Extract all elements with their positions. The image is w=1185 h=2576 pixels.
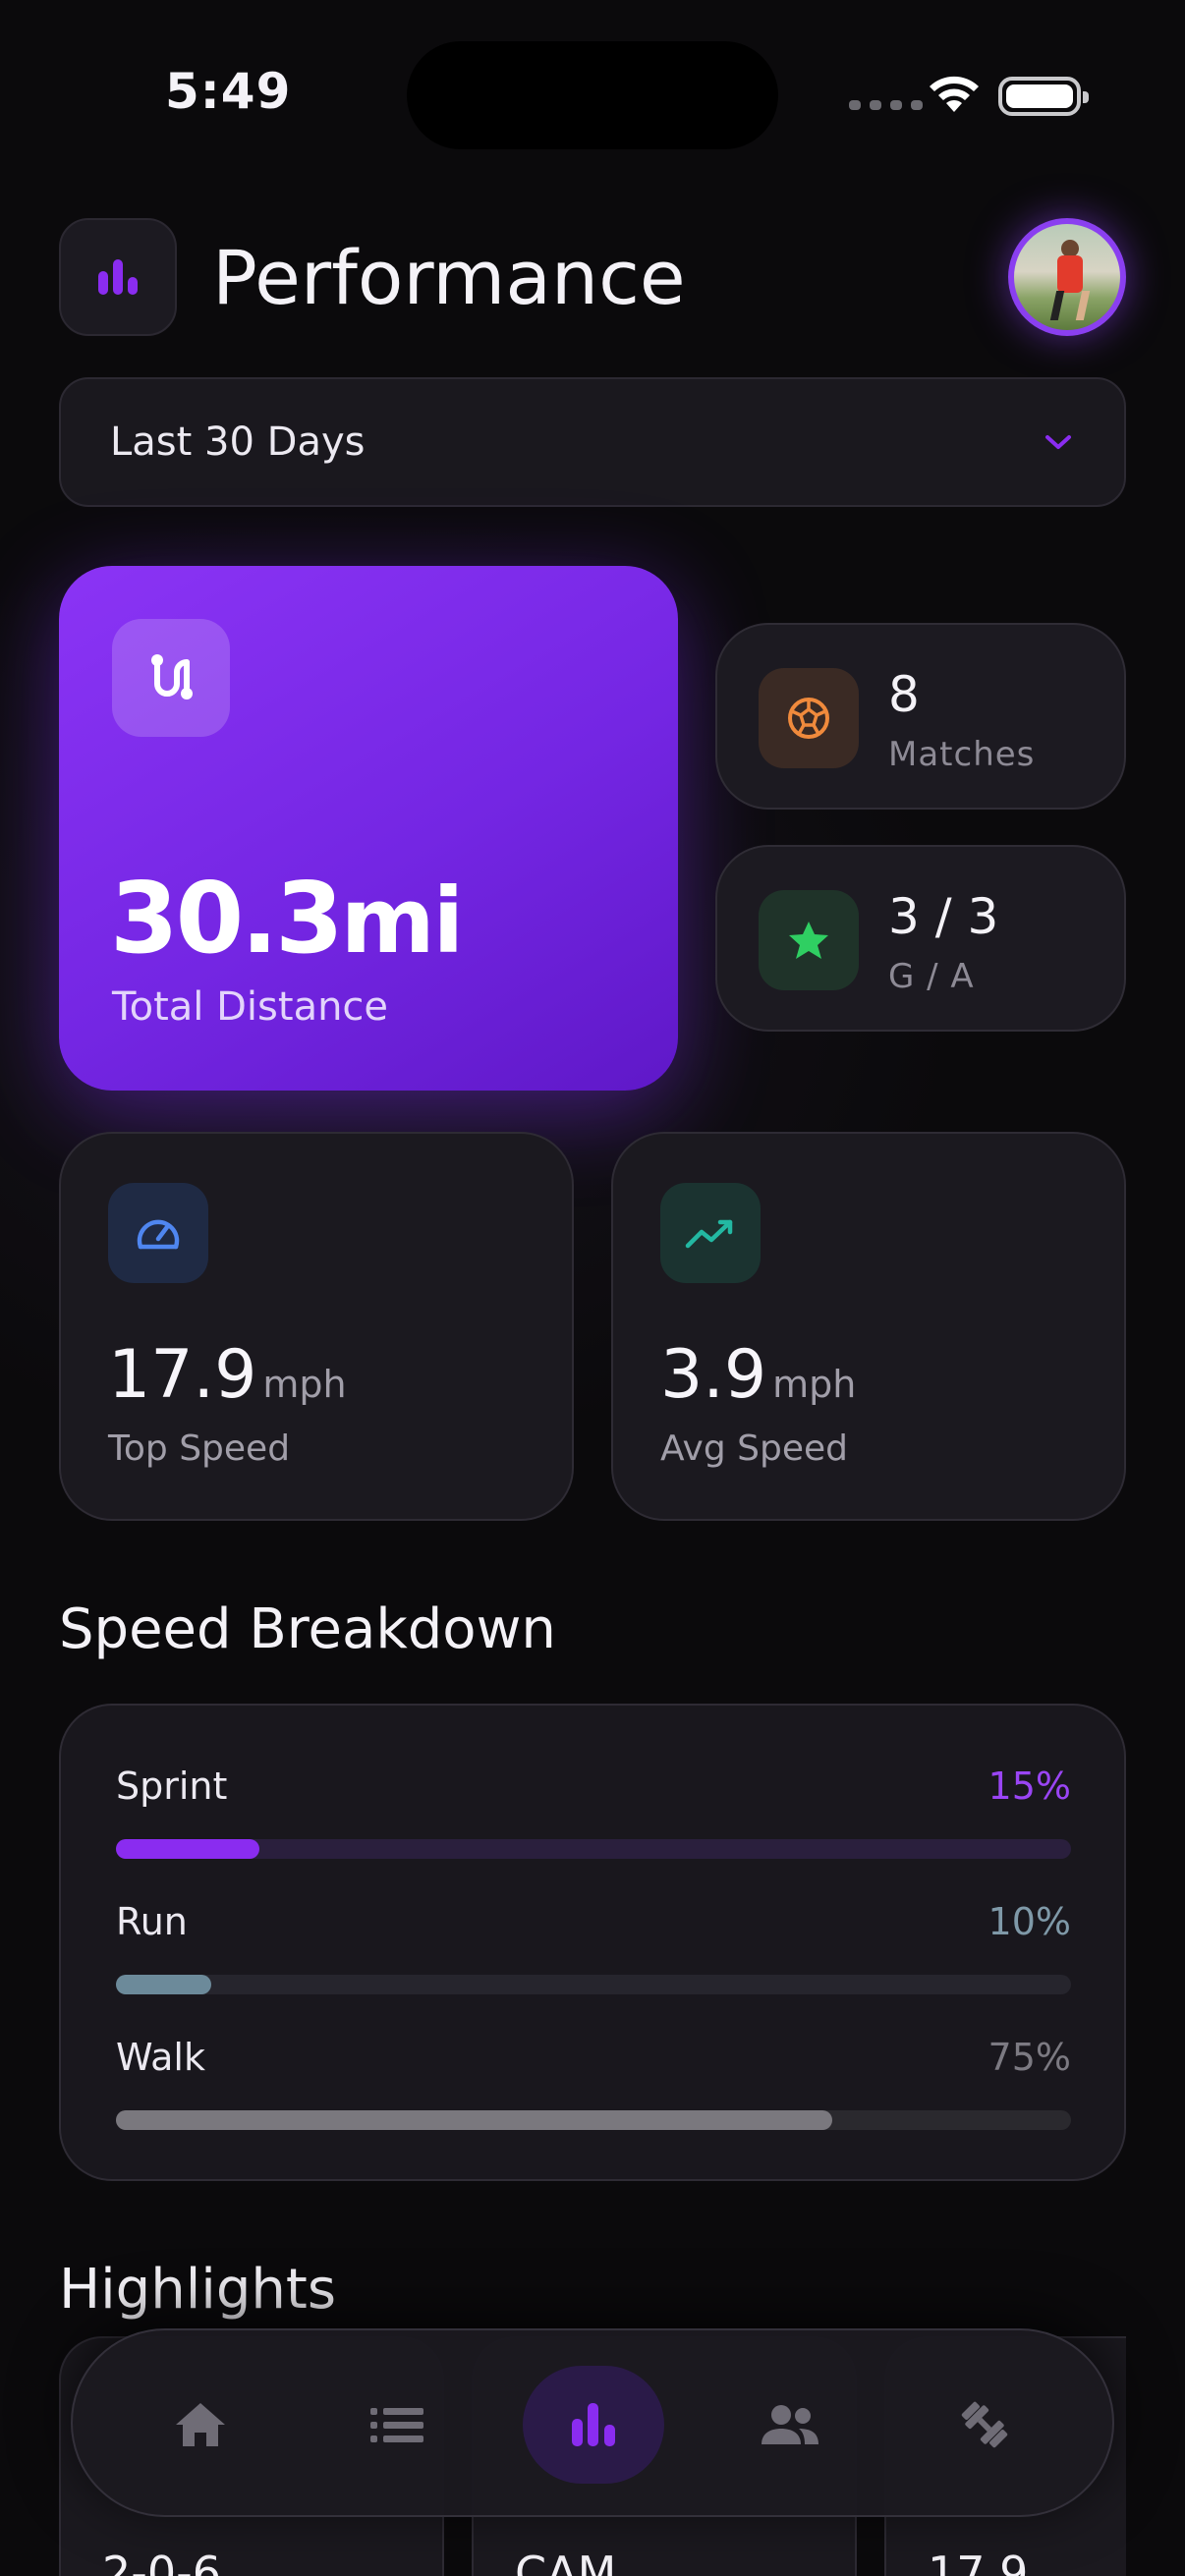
goals-assists-value: 3 / 3	[888, 888, 999, 945]
bar-chart-icon	[572, 2403, 615, 2446]
speed-row-fill	[116, 2110, 832, 2130]
tab-training[interactable]	[926, 2366, 1044, 2484]
date-range-value: Last 30 Days	[110, 420, 366, 465]
tab-home[interactable]	[141, 2366, 259, 2484]
speed-row-fill	[116, 1839, 259, 1859]
speed-row-track	[116, 1839, 1071, 1859]
performance-screen: 5:49 Performance Last 30 Days 30.3mi Tot…	[0, 0, 1185, 2576]
highlight-value: 17.9 mph	[928, 2547, 1029, 2576]
goals-assists-label: G / A	[888, 957, 975, 996]
chevron-down-icon	[1045, 435, 1071, 449]
home-icon	[176, 2403, 225, 2446]
speed-row-percent: 10%	[988, 1900, 1071, 1943]
top-speed-unit: mph	[262, 1363, 347, 1406]
speed-row-track	[116, 1975, 1071, 1994]
speed-row-percent: 15%	[988, 1764, 1071, 1808]
dumbbell-icon	[961, 2401, 1008, 2448]
performance-logo-icon	[59, 218, 177, 336]
wifi-icon	[930, 76, 979, 112]
avg-speed-card[interactable]: 3.9 mph Avg Speed	[611, 1132, 1126, 1521]
matches-label: Matches	[888, 735, 1036, 774]
route-icon	[112, 619, 230, 737]
battery-icon	[998, 77, 1089, 116]
avg-speed-label: Avg Speed	[660, 1428, 848, 1469]
top-speed-card[interactable]: 17.9 mph Top Speed	[59, 1132, 574, 1521]
tab-performance[interactable]	[523, 2366, 664, 2484]
cellular-signal-icon	[849, 100, 923, 110]
total-distance-card[interactable]: 30.3mi Total Distance	[59, 566, 678, 1091]
speedometer-icon	[108, 1183, 208, 1283]
total-distance-label: Total Distance	[112, 984, 389, 1030]
speed-row-track	[116, 2110, 1071, 2130]
speed-breakdown-card: Sprint 15% Run 10% Walk 75%	[59, 1704, 1126, 2181]
dynamic-island	[407, 41, 778, 149]
list-icon	[370, 2408, 423, 2442]
highlight-value: 2-0-6	[102, 2547, 221, 2576]
tab-list[interactable]	[338, 2366, 456, 2484]
total-distance-value: 30.3mi	[110, 861, 464, 976]
speed-row-run: Run 10%	[116, 1900, 1071, 1998]
star-icon	[759, 890, 859, 990]
speed-row-percent: 75%	[988, 2036, 1071, 2079]
matches-value: 8	[888, 666, 920, 723]
highlights-title: Highlights	[59, 2258, 336, 2322]
avg-speed-unit: mph	[772, 1363, 857, 1406]
speed-row-name: Sprint	[116, 1764, 228, 1808]
speed-row-walk: Walk 75%	[116, 2036, 1071, 2134]
speed-breakdown-title: Speed Breakdown	[59, 1597, 556, 1661]
avatar[interactable]	[1008, 218, 1126, 336]
bottom-tab-bar	[71, 2328, 1114, 2517]
highlight-value: CAM	[515, 2547, 617, 2576]
matches-card[interactable]: 8 Matches	[715, 623, 1126, 810]
status-time: 5:49	[165, 63, 292, 120]
top-speed-label: Top Speed	[108, 1428, 291, 1469]
goals-assists-card[interactable]: 3 / 3 G / A	[715, 845, 1126, 1032]
trending-line-icon	[660, 1183, 761, 1283]
date-range-dropdown[interactable]: Last 30 Days	[59, 377, 1126, 507]
avg-speed-value: 3.9 mph	[660, 1336, 857, 1414]
page-title: Performance	[212, 234, 686, 321]
tab-team[interactable]	[731, 2366, 849, 2484]
top-speed-value: 17.9 mph	[108, 1336, 347, 1414]
distance-unit: mi	[340, 868, 464, 974]
speed-row-sprint: Sprint 15%	[116, 1764, 1071, 1863]
speed-row-name: Walk	[116, 2036, 205, 2079]
speed-row-name: Run	[116, 1900, 188, 1943]
speed-row-fill	[116, 1975, 212, 1994]
team-icon	[762, 2405, 818, 2444]
soccer-ball-icon	[759, 668, 859, 768]
